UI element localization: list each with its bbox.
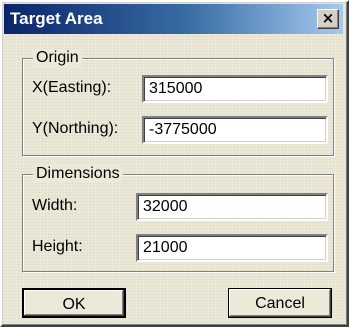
origin-groupbox: Origin X(Easting): Y(Northing): xyxy=(22,49,334,156)
y-northing-input[interactable] xyxy=(142,116,328,144)
origin-legend: Origin xyxy=(33,49,82,67)
target-area-dialog: Target Area × Origin X(Easting): Y(North… xyxy=(0,0,349,327)
height-input[interactable] xyxy=(136,234,328,262)
width-input[interactable] xyxy=(136,193,328,221)
y-northing-label: Y(Northing): xyxy=(32,120,119,137)
title-bar[interactable]: Target Area × xyxy=(4,4,343,34)
close-icon: × xyxy=(321,9,335,27)
dimensions-groupbox: Dimensions Width: Height: xyxy=(22,165,334,272)
close-button[interactable]: × xyxy=(317,9,339,29)
width-label: Width: xyxy=(32,197,78,214)
cancel-button[interactable]: Cancel xyxy=(228,288,332,318)
dimensions-legend: Dimensions xyxy=(33,165,123,183)
x-easting-input[interactable] xyxy=(142,75,328,103)
dialog-title: Target Area xyxy=(10,9,103,28)
height-label: Height: xyxy=(32,238,83,255)
x-easting-label: X(Easting): xyxy=(32,79,112,96)
ok-button[interactable]: OK xyxy=(22,288,126,318)
